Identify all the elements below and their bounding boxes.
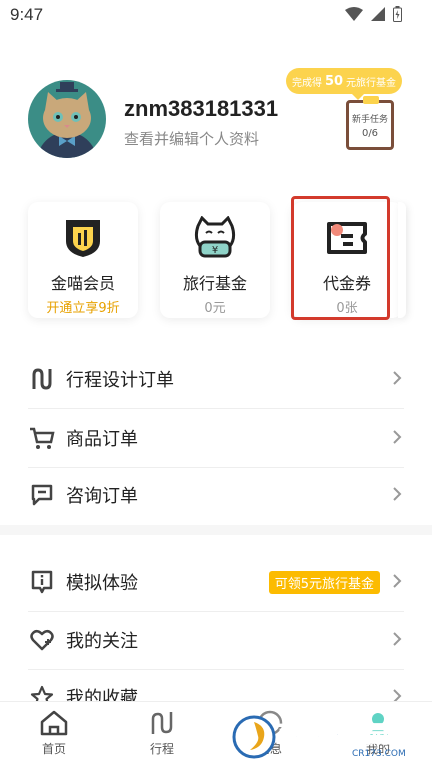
watermark-url: CR173.COM [352,749,406,759]
avatar[interactable] [28,80,106,158]
chevron-right-icon [393,632,402,646]
task-bubble-prefix: 完成得 [291,77,322,89]
wifi-icon [345,7,363,21]
edit-profile-link[interactable]: 查看并编辑个人资料 [124,128,259,149]
task-board-title: 新手任务 [351,114,388,125]
home-icon [40,710,68,736]
menu-simulated-experience[interactable]: 模拟体验 可领5元旅行基金 [28,553,404,611]
task-bubble-suffix: 元旅行基金 [346,77,397,89]
section-gap [0,525,432,535]
status-icons [345,6,402,22]
money-cat-icon: ¥ [190,214,240,262]
trip-icon [151,712,173,734]
menu-label: 模拟体验 [66,573,138,594]
next-card-edge [398,202,406,318]
chevron-right-icon [393,574,402,588]
menu-label: 咨询订单 [66,486,138,507]
task-bubble-amount: 50 [324,73,344,89]
signal-icon [371,7,385,21]
watermark-text: 西西软件园 [278,722,388,748]
heart-icon [28,626,56,654]
info-icon [28,568,56,596]
watermark-logo: 西西软件园 CR173.COM [232,715,406,759]
battery-icon [393,6,402,22]
menu-label: 行程设计订单 [66,370,174,391]
menu-label: 我的关注 [66,631,138,652]
card-subtitle: 开通立享9折 [46,301,120,316]
chevron-right-icon [393,371,402,385]
menu-itinerary-orders[interactable]: 行程设计订单 [28,350,404,408]
newbie-task-board[interactable]: 新手任务 0/6 [346,96,394,150]
nav-label: 首页 [41,742,66,756]
reward-tag: 可领5元旅行基金 [268,571,380,594]
task-reward-bubble[interactable]: 完成得 50 元旅行基金 [286,68,402,100]
cat-avatar-icon [28,80,106,158]
task-board-progress: 0/6 [361,127,379,139]
cart-icon [28,424,56,452]
svg-text:¥: ¥ [212,245,218,256]
chat-icon [28,481,56,509]
chevron-right-icon [393,487,402,501]
itinerary-icon [28,365,56,393]
menu-label: 商品订单 [66,429,138,450]
card-gold-member[interactable]: 金喵会员 开通立享9折 [28,202,138,318]
coupon-highlight-frame [291,196,390,320]
nav-home[interactable]: 首页 [14,710,94,757]
card-travel-fund[interactable]: ¥ 旅行基金 0元 [160,202,270,318]
chevron-right-icon [393,430,402,444]
clipboard-clip-icon [363,96,379,104]
username[interactable]: znm383181331 [124,96,278,122]
menu-product-orders[interactable]: 商品订单 [28,409,404,467]
card-title: 金喵会员 [50,274,115,293]
nav-trip[interactable]: 行程 [122,710,202,757]
gold-shield-icon [58,214,108,262]
card-title: 旅行基金 [182,274,247,293]
card-subtitle: 0元 [204,301,226,316]
menu-consult-orders[interactable]: 咨询订单 [28,466,404,524]
nav-label: 行程 [149,742,174,756]
status-bar: 9:47 [0,0,432,30]
menu-my-follows[interactable]: 我的关注 [28,611,404,669]
status-time: 9:47 [10,5,44,24]
